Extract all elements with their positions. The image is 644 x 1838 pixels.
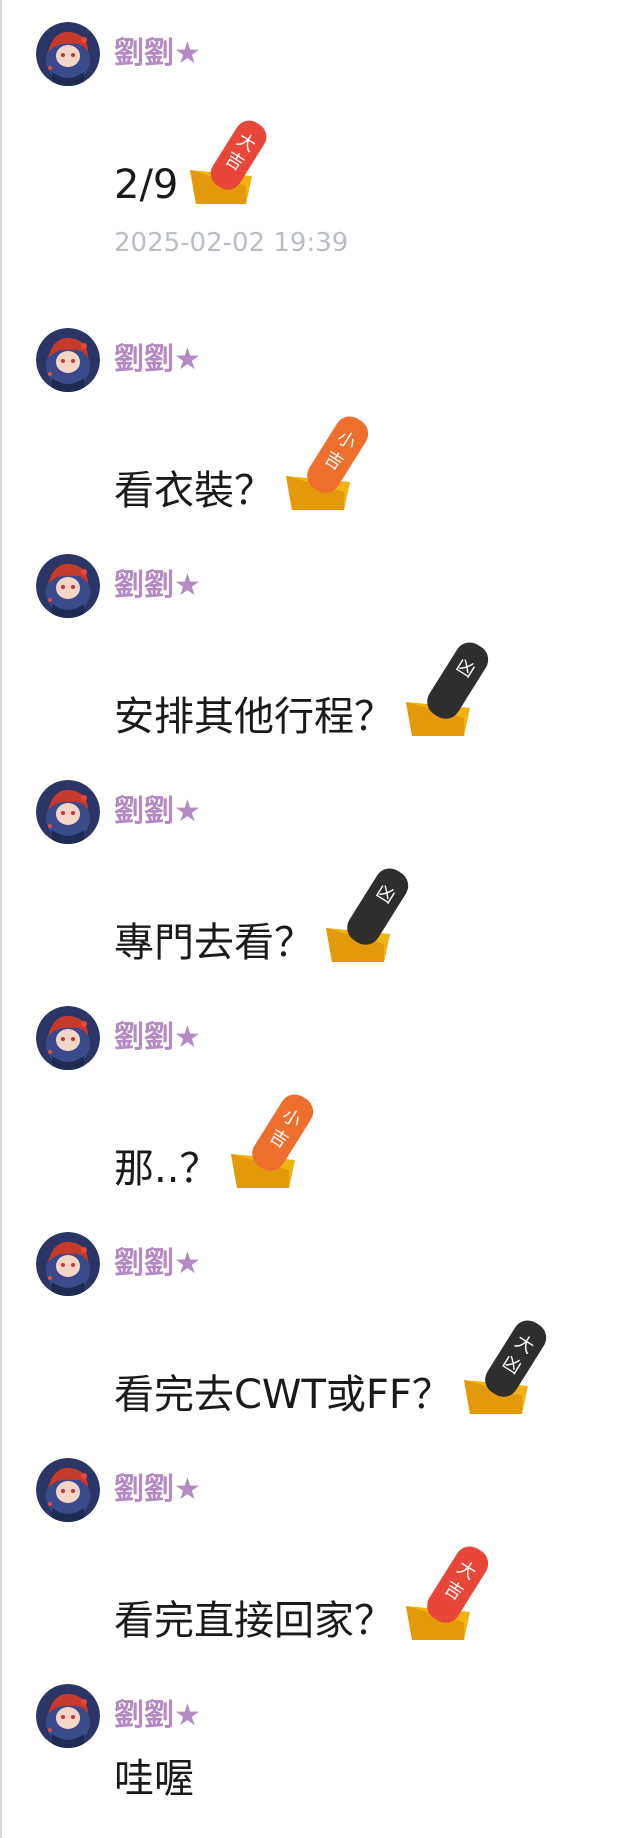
message-text: 看衣裝？	[114, 468, 274, 514]
message-text: 2/9	[114, 162, 179, 208]
avatar[interactable]	[36, 1006, 100, 1070]
sender-name: 劉劉★	[114, 568, 201, 603]
avatar[interactable]	[36, 554, 100, 618]
left-border	[0, 0, 2, 1838]
sender-name: 劉劉★	[114, 1698, 201, 1733]
message-body: 2/9 大 吉	[114, 116, 276, 210]
message-body: 專門去看？ 凶	[114, 862, 418, 968]
message-text: 看完直接回家？	[114, 1598, 394, 1644]
omikuji-shokichi-stamp: 小 吉	[227, 1088, 323, 1194]
message-text: 專門去看？	[114, 920, 314, 966]
omikuji-kyo-stamp: 凶	[402, 636, 498, 742]
avatar[interactable]	[36, 1232, 100, 1296]
message-body: 看完直接回家？ 大 吉	[114, 1540, 498, 1646]
message-body: 看完去CWT或FF？ 大 凶	[114, 1314, 556, 1420]
message-text: 安排其他行程？	[114, 694, 394, 740]
message-body: 那..？ 小 吉	[114, 1088, 323, 1194]
omikuji-daikyo-stamp: 大 凶	[460, 1314, 556, 1420]
avatar[interactable]	[36, 780, 100, 844]
message-body: 哇喔	[114, 1754, 194, 1804]
sender-name: 劉劉★	[114, 342, 201, 377]
message-text: 那..？	[114, 1146, 220, 1192]
omikuji-daikichi-stamp: 大 吉	[186, 116, 276, 210]
message-text: 看完去CWT或FF？	[114, 1372, 452, 1418]
omikuji-kyo-stamp: 凶	[322, 862, 418, 968]
sender-name: 劉劉★	[114, 1246, 201, 1281]
sender-name: 劉劉★	[114, 1020, 201, 1055]
avatar[interactable]	[36, 328, 100, 392]
sender-name: 劉劉★	[114, 794, 201, 829]
message-timestamp: 2025-02-02 19:39	[114, 228, 349, 258]
omikuji-shokichi-stamp: 小 吉	[282, 410, 378, 516]
avatar[interactable]	[36, 1458, 100, 1522]
message-body: 看衣裝？ 小 吉	[114, 410, 378, 516]
message-text: 哇喔	[114, 1756, 194, 1802]
avatar[interactable]	[36, 1684, 100, 1748]
avatar[interactable]	[36, 22, 100, 86]
omikuji-daikichi-stamp: 大 吉	[402, 1540, 498, 1646]
sender-name: 劉劉★	[114, 36, 201, 71]
sender-name: 劉劉★	[114, 1472, 201, 1507]
message-body: 安排其他行程？ 凶	[114, 636, 498, 742]
